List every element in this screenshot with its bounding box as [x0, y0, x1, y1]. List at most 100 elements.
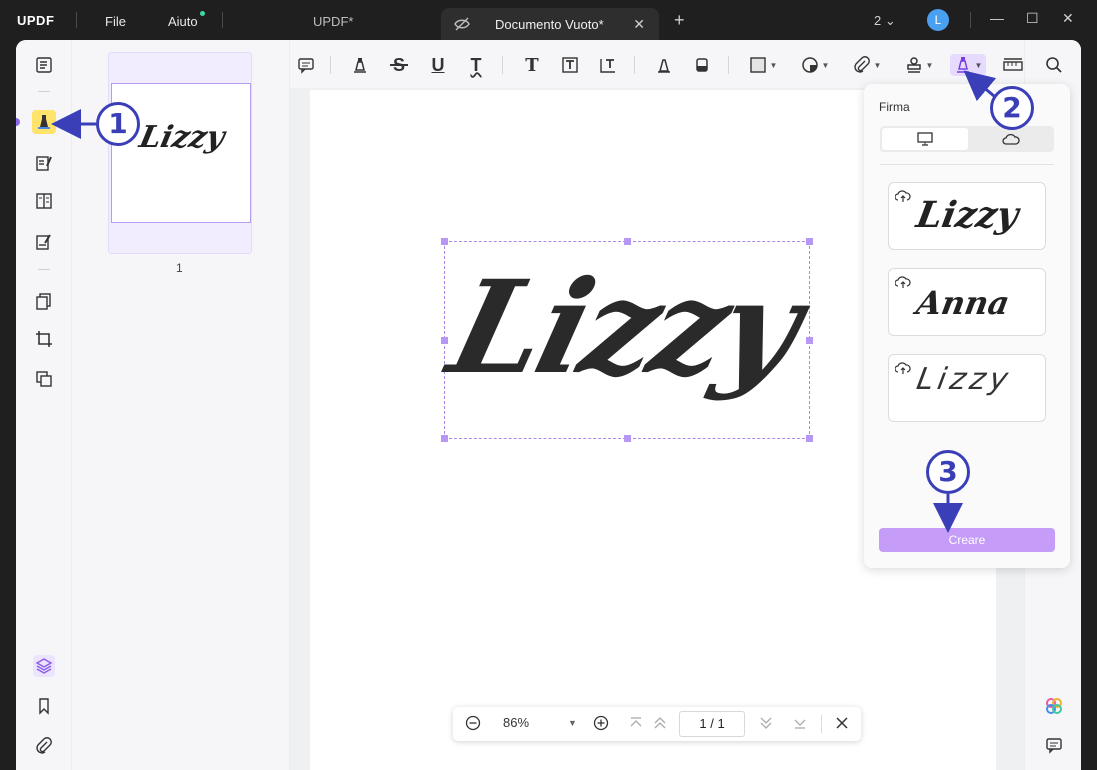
tab-documento-vuoto[interactable]: Documento Vuoto* ✕ [441, 8, 659, 40]
attachment-icon[interactable] [33, 735, 55, 757]
title-separator [222, 12, 223, 28]
bookmark-icon[interactable] [33, 695, 55, 717]
cloud-signatures-tab[interactable] [968, 128, 1054, 150]
edit-pdf-icon[interactable] [33, 152, 55, 174]
resize-handle[interactable] [806, 435, 813, 442]
squiggly-icon[interactable]: T [464, 54, 488, 76]
underline-icon[interactable]: U [426, 54, 450, 76]
callout-step-2: 2 [990, 86, 1034, 130]
organize-pages-icon[interactable] [33, 190, 55, 212]
callout-step-3: 3 [926, 450, 970, 494]
menu-file[interactable]: File [105, 14, 126, 29]
resize-handle[interactable] [441, 435, 448, 442]
search-icon[interactable] [1043, 54, 1065, 76]
create-signature-button[interactable]: Creare [879, 528, 1055, 552]
toolbar-divider [502, 56, 503, 74]
zoom-dropdown-icon[interactable]: ▼ [568, 718, 577, 728]
window-count[interactable]: 2 ⌄ [874, 13, 896, 29]
cloud-icon [1002, 133, 1020, 145]
measure-icon[interactable] [1000, 54, 1026, 76]
active-indicator [16, 118, 20, 126]
chevron-down-icon: ▼ [873, 60, 882, 70]
new-tab-plus-icon[interactable]: + [674, 10, 685, 31]
app-window: Lizzy 1 S U T T ▼ ▼ ▼ ▼ ▼ Lizzy Firma Li… [16, 40, 1081, 770]
thumbnail-page: Lizzy [111, 83, 251, 223]
close-navigator-icon[interactable] [835, 715, 849, 736]
close-tab-icon[interactable]: ✕ [633, 16, 645, 33]
text-icon[interactable]: T [520, 54, 544, 76]
previous-page-icon[interactable] [653, 715, 667, 736]
sticker-tool[interactable]: ▼ [798, 54, 832, 76]
signature-panel-title: Firma [879, 100, 910, 114]
layers-icon[interactable] [33, 655, 55, 677]
saved-signature-card[interactable]: Lizzy [888, 182, 1046, 250]
notification-dot [200, 11, 205, 16]
saved-signature-text: Lizzy [914, 362, 1015, 397]
resize-handle[interactable] [624, 238, 631, 245]
tab-updf[interactable]: UPDF* [313, 14, 353, 29]
page-number-input[interactable]: 1 / 1 [679, 711, 745, 737]
resize-handle[interactable] [441, 337, 448, 344]
comment-icon[interactable] [294, 54, 318, 76]
saved-signature-card[interactable]: Anna [888, 268, 1046, 336]
local-signatures-tab[interactable] [882, 128, 968, 150]
resize-handle[interactable] [441, 238, 448, 245]
callout-step-1: 1 [96, 102, 140, 146]
app-logo: UPDF [17, 13, 55, 28]
title-separator [76, 12, 77, 28]
chevron-down-icon: ▼ [769, 60, 778, 70]
comment-tool-icon[interactable] [32, 110, 56, 134]
chevron-down-icon: ▼ [821, 60, 830, 70]
monitor-icon [917, 132, 933, 146]
signature-selection[interactable]: Lizzy [436, 238, 813, 442]
panel-divider [880, 164, 1054, 165]
resize-handle[interactable] [806, 337, 813, 344]
chevron-down-icon: ⌄ [884, 13, 896, 28]
maximize-icon[interactable]: ☐ [1026, 10, 1039, 27]
strikethrough-icon[interactable]: S [387, 54, 411, 76]
highlight-icon[interactable] [348, 54, 372, 76]
crop-icon[interactable] [33, 328, 55, 350]
shape-tool[interactable]: ▼ [746, 54, 780, 76]
close-window-icon[interactable]: ✕ [1062, 10, 1074, 27]
pencil-icon[interactable] [652, 54, 676, 76]
next-page-icon[interactable] [759, 715, 773, 736]
text-callout-icon[interactable] [596, 54, 620, 76]
zoom-in-icon[interactable] [593, 715, 609, 736]
rail-divider [38, 91, 50, 92]
ai-assistant-icon[interactable] [1043, 695, 1065, 717]
navigator-divider [821, 715, 822, 733]
minimize-icon[interactable]: — [990, 10, 1004, 26]
placed-signature: Lizzy [436, 253, 813, 403]
menu-help[interactable]: Aiuto [168, 14, 198, 29]
zoom-level[interactable]: 86% [503, 715, 529, 730]
active-tab-label: Documento Vuoto* [495, 17, 604, 32]
last-page-icon[interactable] [793, 715, 807, 736]
resize-handle[interactable] [806, 238, 813, 245]
resize-handle[interactable] [624, 435, 631, 442]
thumbnail-pane: Lizzy 1 [72, 40, 290, 770]
convert-pages-icon[interactable] [33, 290, 55, 312]
text-box-icon[interactable] [558, 54, 582, 76]
first-page-icon[interactable] [629, 715, 643, 736]
cloud-sync-icon [894, 275, 911, 294]
reader-icon[interactable] [33, 54, 55, 76]
zoom-out-icon[interactable] [465, 715, 481, 736]
eraser-icon[interactable] [690, 54, 714, 76]
cloud-sync-icon [894, 189, 911, 208]
page-thumbnail[interactable]: Lizzy [108, 52, 252, 254]
avatar[interactable]: L [927, 9, 949, 31]
saved-signature-card[interactable]: Lizzy [888, 354, 1046, 422]
signature-source-toggle [880, 126, 1054, 152]
protect-icon[interactable] [33, 368, 55, 390]
title-bar: UPDF File Aiuto UPDF* Documento Vuoto* ✕… [0, 0, 1097, 40]
chat-icon[interactable] [1043, 734, 1065, 756]
saved-signature-text: Anna [913, 284, 1013, 322]
cloud-sync-icon [894, 361, 911, 380]
attach-file-tool[interactable]: ▼ [850, 54, 884, 76]
stamp-tool[interactable]: ▼ [902, 54, 936, 76]
page-navigator: 86% ▼ 1 / 1 [453, 707, 861, 741]
fill-sign-icon[interactable] [33, 231, 55, 253]
signature-tool[interactable]: ▼ [950, 54, 986, 76]
toolbar-divider [634, 56, 635, 74]
